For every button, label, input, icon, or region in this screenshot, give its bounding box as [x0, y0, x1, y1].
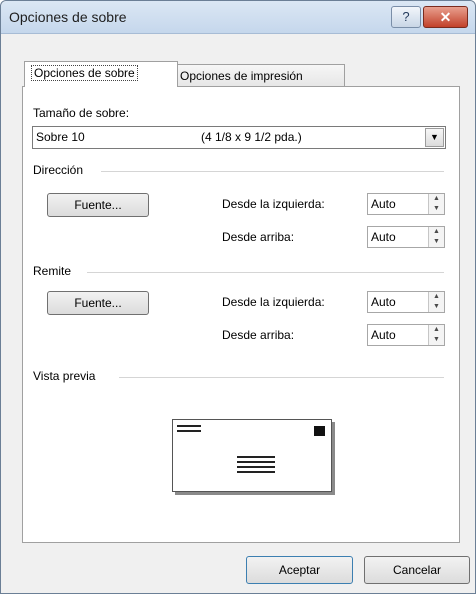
envelope-options-dialog: Opciones de sobre ? ✕ Opciones de sobre … [0, 0, 476, 594]
chevron-down-icon[interactable]: ▼ [425, 128, 444, 147]
remite-from-left-label: Desde la izquierda: [222, 295, 325, 309]
envelope-size-name: Sobre 10 [36, 130, 85, 144]
direccion-from-left-label: Desde la izquierda: [222, 197, 325, 211]
remite-font-button[interactable]: Fuente... [47, 291, 149, 315]
tab-label: Opciones de sobre [31, 65, 138, 81]
stamp-mark [314, 426, 325, 436]
address-line [237, 456, 275, 458]
close-button[interactable]: ✕ [423, 6, 468, 28]
cancel-button[interactable]: Cancelar [364, 556, 470, 584]
ok-button[interactable]: Aceptar [246, 556, 353, 584]
address-line [237, 466, 275, 468]
spinner-arrows: ▲ ▼ [428, 325, 444, 345]
remite-divider [87, 272, 444, 273]
spinner-value[interactable]: Auto [371, 328, 396, 342]
envelope-preview[interactable] [172, 419, 332, 492]
envelope-size-dims: (4 1/8 x 9 1/2 pda.) [201, 130, 302, 144]
spin-down-icon[interactable]: ▼ [429, 204, 444, 214]
spinner-value[interactable]: Auto [371, 197, 396, 211]
direccion-from-top-spinner[interactable]: Auto ▲ ▼ [367, 226, 445, 248]
preview-group-label: Vista previa [33, 369, 96, 383]
address-line [237, 471, 275, 473]
direccion-divider [101, 171, 444, 172]
return-address-line [177, 430, 201, 432]
spinner-arrows: ▲ ▼ [428, 292, 444, 312]
direccion-from-top-label: Desde arriba: [222, 230, 295, 244]
return-address-line [177, 425, 201, 427]
address-line [237, 461, 275, 463]
envelope-preview-graphic [177, 425, 325, 473]
tab-printing-options[interactable]: Opciones de impresión [173, 64, 345, 87]
remite-group-label: Remite [33, 264, 72, 278]
help-button[interactable]: ? [391, 6, 421, 28]
spin-down-icon[interactable]: ▼ [429, 335, 444, 345]
spinner-arrows: ▲ ▼ [428, 194, 444, 214]
remite-from-top-label: Desde arriba: [222, 328, 295, 342]
spinner-value[interactable]: Auto [371, 230, 396, 244]
title-bar[interactable]: Opciones de sobre ? ✕ [1, 1, 475, 34]
envelope-size-select[interactable]: Sobre 10 (4 1/8 x 9 1/2 pda.) ▼ [32, 126, 446, 149]
direccion-group-label: Dirección [33, 163, 84, 177]
direccion-from-left-spinner[interactable]: Auto ▲ ▼ [367, 193, 445, 215]
spin-down-icon[interactable]: ▼ [429, 302, 444, 312]
envelope-size-label: Tamaño de sobre: [33, 106, 130, 120]
dialog-title: Opciones de sobre [9, 9, 127, 25]
direccion-font-button[interactable]: Fuente... [47, 193, 149, 217]
remite-from-left-spinner[interactable]: Auto ▲ ▼ [367, 291, 445, 313]
remite-from-top-spinner[interactable]: Auto ▲ ▼ [367, 324, 445, 346]
spinner-value[interactable]: Auto [371, 295, 396, 309]
tab-envelope-options[interactable]: Opciones de sobre [24, 61, 178, 87]
spinner-arrows: ▲ ▼ [428, 227, 444, 247]
spin-down-icon[interactable]: ▼ [429, 237, 444, 247]
preview-divider [119, 377, 444, 378]
